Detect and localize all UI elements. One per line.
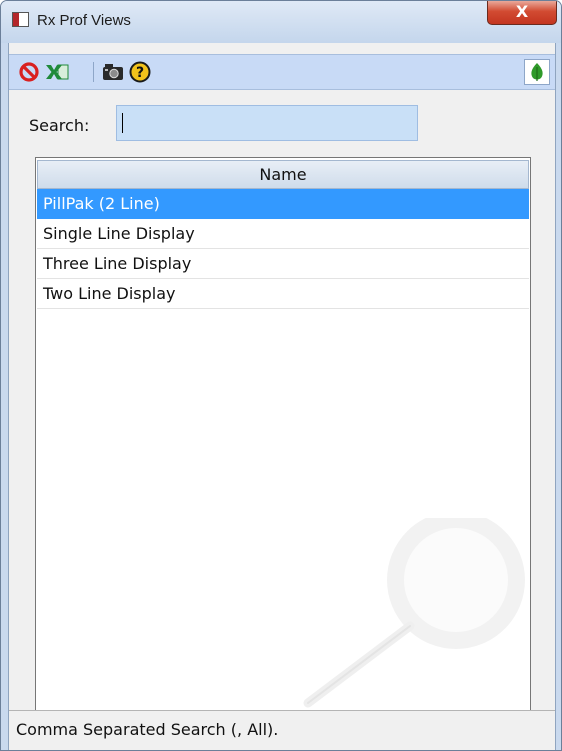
- camera-icon[interactable]: [102, 61, 124, 83]
- cancel-icon[interactable]: [18, 61, 40, 83]
- status-bar: Comma Separated Search (, All).: [9, 710, 555, 750]
- help-icon[interactable]: ?: [129, 61, 151, 83]
- search-label: Search:: [29, 116, 90, 135]
- toolbar: ?: [9, 54, 555, 90]
- table-row[interactable]: Single Line Display: [37, 219, 529, 249]
- window-title: Rx Prof Views: [37, 12, 131, 29]
- toolbar-separator: [93, 62, 94, 82]
- rx-prof-views-window: Rx Prof Views X ? Search: Name PillPak (…: [0, 0, 562, 751]
- text-caret: [122, 113, 123, 133]
- magnifier-watermark-icon: [286, 511, 530, 718]
- app-icon: [12, 12, 29, 27]
- leaf-icon: [529, 62, 545, 86]
- views-grid: Name PillPak (2 Line) Single Line Displa…: [35, 157, 531, 727]
- excel-export-icon[interactable]: [45, 61, 69, 83]
- table-row[interactable]: Two Line Display: [37, 279, 529, 309]
- leaf-button[interactable]: [524, 59, 550, 85]
- svg-text:?: ?: [136, 65, 144, 81]
- title-bar[interactable]: Rx Prof Views X: [1, 1, 561, 43]
- status-text: Comma Separated Search (, All).: [16, 720, 279, 739]
- search-input[interactable]: [116, 105, 418, 141]
- column-header-name[interactable]: Name: [37, 160, 529, 189]
- table-row[interactable]: PillPak (2 Line): [37, 189, 529, 219]
- close-button[interactable]: X: [487, 1, 557, 25]
- table-row[interactable]: Three Line Display: [37, 249, 529, 279]
- client-area: ? Search: Name PillPak (2 Line) Single L…: [8, 43, 556, 750]
